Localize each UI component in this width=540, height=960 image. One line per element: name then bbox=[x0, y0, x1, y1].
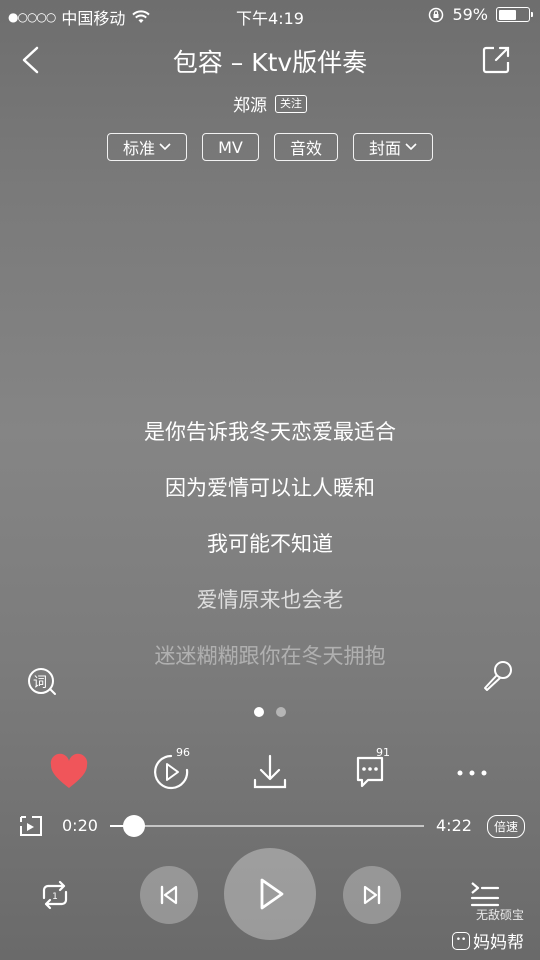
play-count-badge: 96 bbox=[176, 746, 190, 759]
quality-button[interactable]: 标准 bbox=[107, 133, 187, 161]
watermark-brand: •• 妈妈帮 bbox=[452, 928, 524, 953]
action-row: 96 91 bbox=[0, 746, 540, 796]
progress-track[interactable] bbox=[110, 825, 424, 827]
total-time: 4:22 bbox=[436, 816, 472, 835]
mv-play-button[interactable]: 96 bbox=[148, 746, 194, 796]
song-title: 包容 – Ktv版伴奏 bbox=[172, 48, 368, 77]
lyrics-button[interactable]: 词 bbox=[26, 666, 58, 698]
pip-icon bbox=[20, 816, 42, 836]
skip-previous-icon bbox=[160, 885, 178, 905]
chevron-down-icon bbox=[159, 143, 171, 151]
next-button[interactable] bbox=[343, 866, 401, 924]
karaoke-button[interactable] bbox=[480, 658, 516, 694]
repeat-button[interactable]: 1 bbox=[36, 876, 74, 914]
more-button[interactable] bbox=[449, 750, 495, 796]
page-dot[interactable] bbox=[276, 707, 286, 717]
artist-row: 郑源 关注 bbox=[0, 91, 540, 116]
cover-button[interactable]: 封面 bbox=[353, 133, 433, 161]
mv-label: MV bbox=[218, 137, 243, 157]
previous-button[interactable] bbox=[140, 866, 198, 924]
page-dot[interactable] bbox=[254, 707, 264, 717]
download-button[interactable] bbox=[247, 750, 293, 796]
battery-percent: 59% bbox=[452, 5, 488, 24]
download-icon bbox=[253, 754, 287, 789]
status-right: 59% bbox=[428, 5, 533, 24]
chat-bubble-icon: •• bbox=[452, 931, 470, 950]
mv-button[interactable]: MV bbox=[202, 133, 259, 161]
lyric-line: 我可能不知道 bbox=[207, 532, 333, 556]
back-button[interactable] bbox=[14, 42, 50, 78]
progress-row: 0:20 4:22 倍速 bbox=[0, 810, 540, 842]
share-icon bbox=[482, 46, 510, 74]
watermark-brand-label: 妈妈帮 bbox=[473, 933, 524, 953]
battery-fill bbox=[498, 9, 516, 20]
play-button[interactable] bbox=[224, 848, 316, 940]
lyric-line: 迷迷糊糊跟你在冬天拥抱 bbox=[154, 644, 386, 668]
skip-next-icon bbox=[363, 885, 381, 905]
speed-button[interactable]: 倍速 bbox=[487, 815, 526, 838]
chevron-down-icon bbox=[405, 143, 417, 151]
follow-button[interactable]: 关注 bbox=[275, 94, 307, 113]
sound-effect-button[interactable]: 音效 bbox=[274, 133, 338, 161]
status-bar: ●○○○○ 中国移动 下午4:19 59% bbox=[0, 0, 540, 32]
share-button[interactable] bbox=[478, 42, 514, 78]
quality-label: 标准 bbox=[122, 139, 155, 158]
sound-effect-label: 音效 bbox=[289, 139, 322, 158]
playlist-button[interactable] bbox=[468, 878, 502, 908]
repeat-one-icon: 1 bbox=[42, 880, 68, 910]
comment-button[interactable]: 91 bbox=[348, 746, 394, 796]
comment-count-badge: 91 bbox=[376, 746, 390, 759]
current-time: 0:20 bbox=[62, 816, 98, 835]
lyric-line: 因为爱情可以让人暖和 bbox=[165, 476, 375, 500]
heart-icon bbox=[50, 753, 88, 788]
like-button[interactable] bbox=[46, 750, 92, 796]
microphone-icon bbox=[484, 661, 512, 691]
battery-icon bbox=[496, 7, 533, 22]
mini-player-button[interactable] bbox=[18, 814, 44, 840]
lyrics-panel[interactable]: 是你告诉我冬天恋爱最适合 因为爱情可以让人暖和 我可能不知道 爱情原来也会老 迷… bbox=[0, 410, 540, 690]
lyric-line: 是你告诉我冬天恋爱最适合 bbox=[144, 420, 396, 444]
lyrics-icon-text: 词 bbox=[33, 675, 47, 691]
play-icon bbox=[260, 878, 284, 910]
orientation-lock-icon bbox=[429, 7, 444, 22]
svg-text:1: 1 bbox=[52, 892, 58, 902]
artist-name[interactable]: 郑源 bbox=[233, 91, 267, 116]
more-icon bbox=[457, 770, 487, 776]
playlist-icon bbox=[470, 882, 500, 907]
chevron-left-icon bbox=[22, 46, 39, 74]
watermark-username: 无敌硕宝 bbox=[476, 908, 525, 922]
page-indicator bbox=[0, 707, 540, 717]
option-buttons: 标准 MV 音效 封面 bbox=[0, 133, 540, 161]
lyric-line: 爱情原来也会老 bbox=[196, 588, 344, 612]
progress-thumb[interactable] bbox=[122, 815, 145, 837]
playback-controls: 1 bbox=[0, 848, 540, 940]
cover-label: 封面 bbox=[368, 139, 401, 158]
